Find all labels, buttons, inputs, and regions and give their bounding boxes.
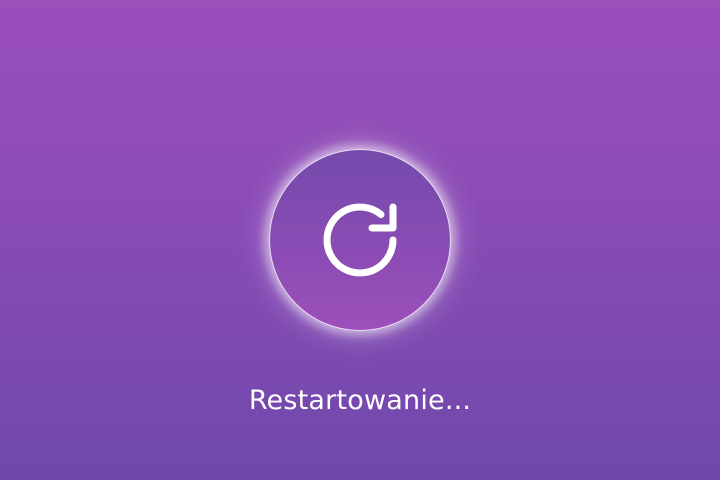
restart-screen: Restartowanie... [0, 0, 720, 480]
restart-indicator [269, 149, 451, 331]
restart-icon [323, 203, 397, 277]
status-text: Restartowanie... [248, 385, 472, 416]
